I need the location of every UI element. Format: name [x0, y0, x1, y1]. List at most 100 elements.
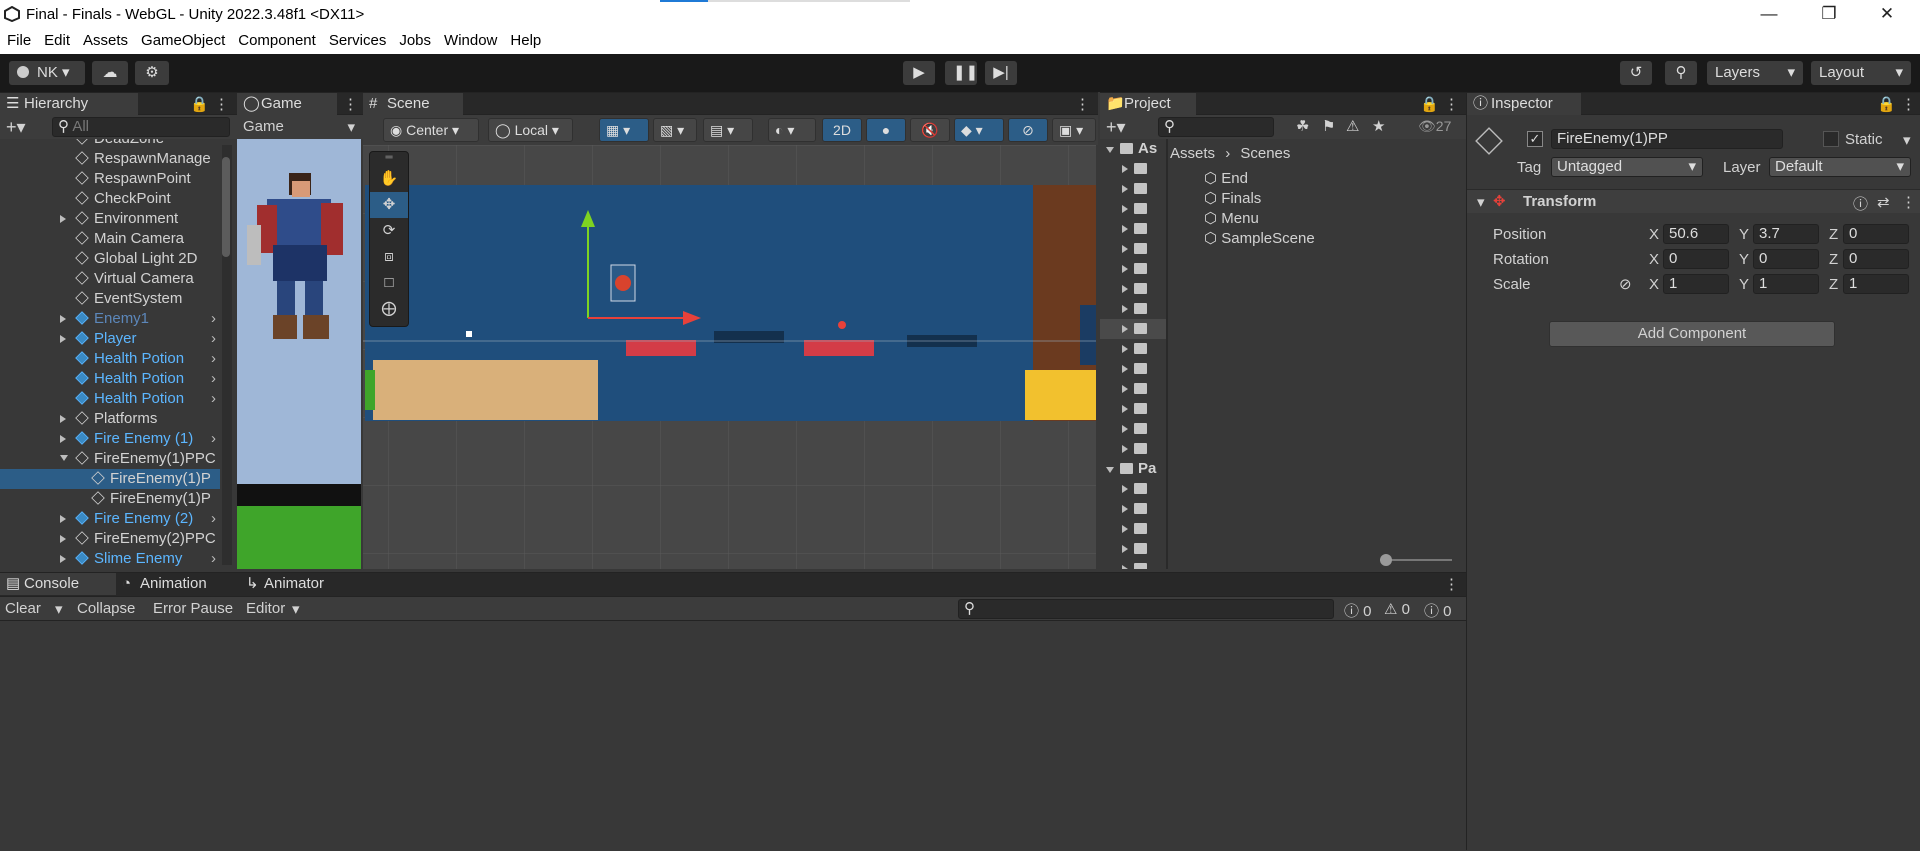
rotation-y-field[interactable]: 0	[1753, 249, 1819, 269]
axis-label-y[interactable]: Y	[1739, 226, 1749, 243]
rotation-z-field[interactable]: 0	[1843, 249, 1909, 269]
collab-button[interactable]: ⚙	[135, 61, 169, 85]
rect-tool-icon[interactable]: □	[370, 270, 408, 296]
hierarchy-scrollbar[interactable]	[222, 145, 232, 565]
menu-item-window[interactable]: Window	[444, 29, 497, 49]
expand-icon[interactable]	[1122, 505, 1128, 513]
expand-icon[interactable]	[1122, 305, 1128, 313]
scale-z-field[interactable]: 1	[1843, 274, 1909, 294]
prefab-open-icon[interactable]: ›	[211, 329, 216, 349]
menu-item-file[interactable]: File	[7, 29, 31, 49]
hierarchy-item[interactable]: RespawnPoint	[0, 169, 220, 189]
hierarchy-item[interactable]: Platforms	[0, 409, 220, 429]
tag-dropdown[interactable]: Untagged ▾	[1551, 157, 1703, 177]
lighting-button[interactable]: ●	[866, 118, 906, 142]
tab-animator[interactable]: ↳ Animator	[240, 573, 350, 595]
grid-snap-button[interactable]: ▦ ▾	[599, 118, 649, 142]
hierarchy-item[interactable]: Fire Enemy (1) ›	[0, 429, 220, 449]
maximize-icon[interactable]: ❐	[1806, 0, 1852, 29]
play-button[interactable]: ▶	[903, 61, 935, 85]
folder-tree-item[interactable]	[1100, 159, 1166, 179]
scene-asset[interactable]: ⬡ SampleScene	[1204, 229, 1454, 249]
expand-icon[interactable]	[1122, 285, 1128, 293]
menu-item-edit[interactable]: Edit	[44, 29, 70, 49]
tab-inspector[interactable]: ⓘ Inspector	[1467, 93, 1581, 115]
expand-right-icon[interactable]	[60, 315, 66, 323]
expand-icon[interactable]	[1122, 265, 1128, 273]
more-icon[interactable]: ⋮	[214, 95, 229, 113]
hierarchy-item[interactable]: Player ›	[0, 329, 220, 349]
prefab-open-icon[interactable]: ›	[211, 389, 216, 409]
axis-label-y[interactable]: Y	[1739, 276, 1749, 293]
menu-item-component[interactable]: Component	[238, 29, 316, 49]
layout-dropdown[interactable]: Layout ▾	[1811, 61, 1911, 85]
prefab-open-icon[interactable]: ›	[211, 349, 216, 369]
hand-tool-icon[interactable]: ✋	[370, 166, 408, 192]
rotate-tool-icon[interactable]: ⟳	[370, 218, 408, 244]
hierarchy-item[interactable]: CheckPoint	[0, 189, 220, 209]
prefab-open-icon[interactable]: ›	[211, 309, 216, 329]
axis-label-y[interactable]: Y	[1739, 251, 1749, 268]
more-icon[interactable]: ⋮	[1075, 95, 1090, 113]
hierarchy-item[interactable]: Main Camera	[0, 229, 220, 249]
label-icon[interactable]: ⚑	[1322, 117, 1335, 135]
expand-icon[interactable]	[1122, 405, 1128, 413]
expand-right-icon[interactable]	[60, 415, 66, 423]
hierarchy-item[interactable]: Fire Enemy (2) ›	[0, 509, 220, 529]
expand-icon[interactable]	[1122, 345, 1128, 353]
star-icon[interactable]: ★	[1372, 117, 1385, 135]
hierarchy-item[interactable]: Slime Enemy ›	[0, 549, 220, 569]
folder-tree-item[interactable]	[1100, 259, 1166, 279]
add-icon[interactable]: +▾	[1106, 117, 1126, 138]
expand-icon[interactable]	[1122, 205, 1128, 213]
folder-tree-item[interactable]	[1100, 539, 1166, 559]
folder-tree-item[interactable]	[1100, 239, 1166, 259]
position-y-field[interactable]: 3.7	[1753, 224, 1819, 244]
mode-2d-button[interactable]: 2D	[822, 118, 862, 142]
folder-tree-item[interactable]	[1100, 499, 1166, 519]
game-display-dropdown[interactable]: Game ▾	[237, 115, 363, 139]
breadcrumb-assets[interactable]: Assets	[1170, 145, 1215, 162]
scene-asset[interactable]: ⬡ Finals	[1204, 189, 1454, 209]
hierarchy-item[interactable]: FireEnemy(1)P	[0, 469, 220, 489]
prefab-open-icon[interactable]: ›	[211, 429, 216, 449]
breadcrumb-scenes[interactable]: Scenes	[1240, 145, 1290, 162]
hierarchy-item[interactable]: FireEnemy(1)PPC	[0, 449, 220, 469]
axis-label-x[interactable]: X	[1649, 226, 1659, 243]
camera-button[interactable]: ▣ ▾	[1052, 118, 1096, 142]
step-button[interactable]: ▶|	[985, 61, 1017, 85]
zoom-slider-thumb[interactable]	[1380, 554, 1392, 566]
lock-icon[interactable]: 🔒	[1877, 95, 1896, 113]
expand-icon[interactable]	[1122, 365, 1128, 373]
axis-label-x[interactable]: X	[1649, 276, 1659, 293]
chevron-down-icon[interactable]: ▾	[1903, 131, 1911, 149]
transform-tool-icon[interactable]: ⨁	[370, 296, 408, 322]
static-checkbox[interactable]	[1823, 131, 1839, 147]
folder-tree-item[interactable]: As	[1100, 139, 1166, 159]
preset-icon[interactable]: ⇄	[1877, 193, 1890, 211]
expand-icon[interactable]	[1122, 325, 1128, 333]
constrain-proportions-icon[interactable]: ⊘	[1619, 275, 1632, 293]
project-search-input[interactable]: ⚲	[1158, 117, 1274, 137]
hierarchy-item[interactable]: Health Potion ›	[0, 369, 220, 389]
error-toggle[interactable]: ⓘ 0	[1424, 600, 1452, 621]
add-component-button[interactable]: Add Component	[1549, 321, 1835, 347]
pause-button[interactable]: ❚❚	[945, 61, 978, 85]
folder-tree-item[interactable]	[1100, 339, 1166, 359]
scale-tool-icon[interactable]: ⧈	[370, 244, 408, 270]
folder-tree-item[interactable]	[1100, 419, 1166, 439]
expand-icon[interactable]	[1122, 565, 1128, 569]
hierarchy-item[interactable]: EventSystem	[0, 289, 220, 309]
project-splitter[interactable]	[1166, 139, 1168, 569]
minimize-icon[interactable]: —	[1746, 0, 1792, 29]
folder-tree-item[interactable]	[1100, 439, 1166, 459]
lock-icon[interactable]: 🔒	[190, 95, 209, 113]
layers-dropdown[interactable]: Layers ▾	[1707, 61, 1803, 85]
hierarchy-item[interactable]: Virtual Camera	[0, 269, 220, 289]
add-icon[interactable]: +▾	[6, 117, 26, 138]
folder-tree-item[interactable]	[1100, 519, 1166, 539]
scene-visibility-button[interactable]: ⊘	[1008, 118, 1048, 142]
hierarchy-item[interactable]: Enemy1 ›	[0, 309, 220, 329]
search-button[interactable]: ⚲	[1665, 61, 1697, 85]
object-name-input[interactable]: FireEnemy(1)PP	[1551, 129, 1783, 149]
